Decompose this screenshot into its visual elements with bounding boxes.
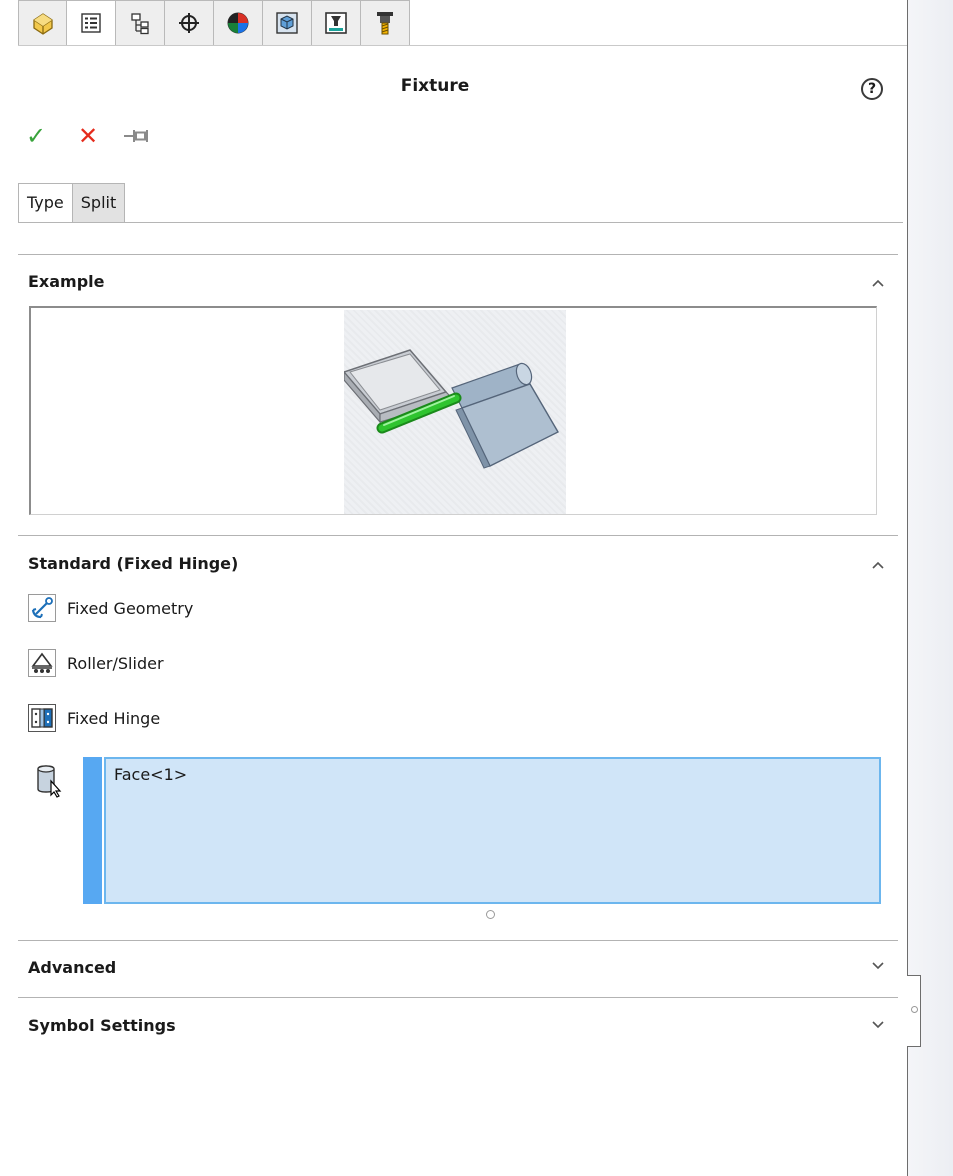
option-label: Fixed Hinge [67,708,161,728]
fixed-hinge-icon [28,704,56,732]
fixed-geometry-icon [28,594,56,622]
tab-display-manager[interactable] [214,0,263,46]
display-manager-icon [227,12,249,34]
fixed-hinge-example-image [342,310,566,514]
option-fixed-hinge[interactable]: Fixed Hinge [28,704,160,732]
section-divider [18,535,898,536]
standard-section-title[interactable]: Standard (Fixed Hinge) [28,554,238,573]
face-selection-icon [37,765,62,798]
list-resize-handle[interactable] [486,910,495,919]
manager-tab-bar [18,0,410,46]
crosshair-icon [179,13,199,33]
roller-slider-icon [28,649,56,677]
splitter-grip-icon[interactable] [911,1006,918,1013]
chevron-down-icon[interactable] [870,1017,886,1033]
selection-active-indicator [83,757,102,904]
tab-cam-tools-tree[interactable] [361,0,410,46]
section-divider [18,254,898,255]
tab-feature-manager[interactable] [18,0,67,46]
cam-tool-icon [377,12,393,35]
chevron-up-icon[interactable] [870,275,886,291]
tab-split[interactable]: Split [71,183,126,223]
section-divider [18,940,898,941]
section-divider [18,997,898,998]
symbol-settings-section-title[interactable]: Symbol Settings [28,1016,176,1035]
tabbar-divider [18,45,907,46]
help-icon[interactable]: ? [861,78,883,100]
chevron-up-icon[interactable] [870,557,886,573]
ok-button[interactable]: ✓ [26,122,46,150]
configuration-manager-icon [131,13,149,35]
tab-configuration-manager[interactable] [116,0,165,46]
pushpin-icon [124,130,148,142]
option-label: Roller/Slider [67,653,164,673]
cam-feature-tree-icon [276,12,298,34]
tab-property-manager[interactable] [67,0,116,46]
example-section-title[interactable]: Example [28,272,105,291]
tab-dimxpert-manager[interactable] [165,0,214,46]
type-split-tabs: Type Split [18,183,126,223]
option-fixed-geometry[interactable]: Fixed Geometry [28,594,193,622]
pin-button[interactable] [122,124,150,152]
tab-cam-operation-tree[interactable] [312,0,361,46]
list-item[interactable]: Face<1> [114,765,871,784]
option-label: Fixed Geometry [67,598,194,618]
part-icon [32,13,53,35]
property-manager-icon [81,13,101,33]
tab-cam-feature-tree[interactable] [263,0,312,46]
advanced-section-title[interactable]: Advanced [28,958,116,977]
cancel-button[interactable]: ✕ [78,122,98,150]
page-title: Fixture [400,76,470,96]
selected-entities-list[interactable]: Face<1> [104,757,881,904]
tab-type[interactable]: Type [18,183,72,223]
option-roller-slider[interactable]: Roller/Slider [28,649,164,677]
subtab-divider [18,222,903,223]
cam-operation-tree-icon [325,12,347,34]
chevron-down-icon[interactable] [870,958,886,974]
